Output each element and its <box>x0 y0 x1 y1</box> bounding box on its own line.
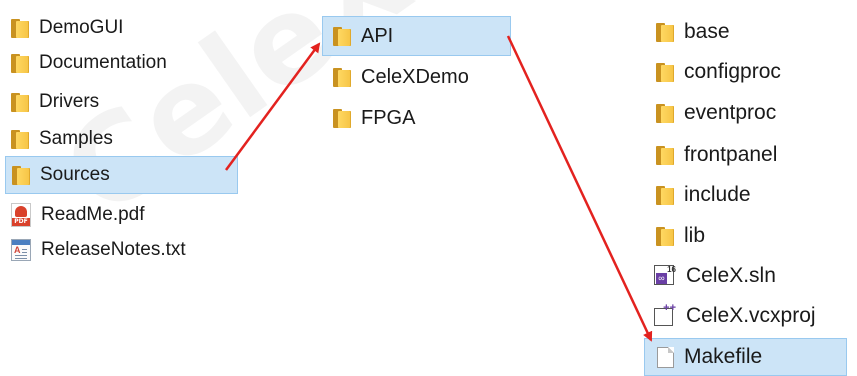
arrow-sources-to-api <box>224 42 321 171</box>
navigation-arrows <box>224 35 653 342</box>
arrow-api-to-makefile <box>506 35 653 342</box>
